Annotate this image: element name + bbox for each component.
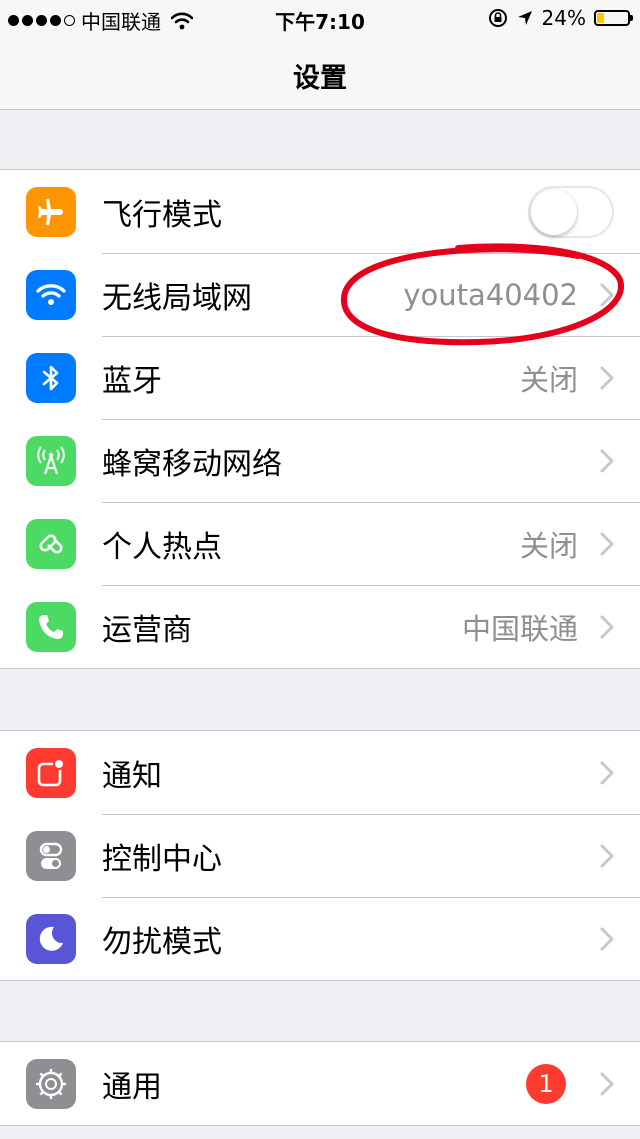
battery-percent: 24% — [541, 6, 586, 30]
hotspot-status: 关闭 — [519, 528, 578, 563]
bluetooth-status: 关闭 — [519, 362, 578, 397]
battery-icon — [594, 10, 633, 26]
cellular-icon — [26, 435, 76, 486]
row-label: 个人热点 — [102, 529, 222, 565]
settings-row-do-not-disturb[interactable]: 勿扰模式 — [0, 897, 640, 980]
settings-row-general[interactable]: 通用 1 — [0, 1042, 640, 1125]
rotation-lock-icon — [488, 9, 507, 27]
settings-row-cellular[interactable]: 蜂窝移动网络 — [0, 419, 640, 502]
airplane-mode-toggle[interactable] — [528, 185, 614, 238]
row-label: 无线局域网 — [102, 280, 252, 316]
settings-row-bluetooth[interactable]: 蓝牙 关闭 — [0, 336, 640, 419]
location-icon — [517, 11, 532, 25]
row-label: 蜂窝移动网络 — [102, 446, 282, 482]
row-label: 勿扰模式 — [102, 924, 222, 960]
gear-icon — [26, 1058, 76, 1109]
settings-group-connectivity: 飞行模式 无线局域网 youta40402 蓝牙 关闭 蜂窝移动网络 个人热点 … — [0, 169, 640, 669]
settings-row-airplane-mode[interactable]: 飞行模式 — [0, 170, 640, 253]
row-label: 运营商 — [102, 612, 192, 648]
status-bar: 中国联通 下午7:10 24% — [0, 0, 640, 36]
row-label: 蓝牙 — [102, 363, 162, 399]
chevron-right-icon — [600, 449, 614, 472]
chevron-right-icon — [600, 1072, 614, 1095]
moon-icon — [26, 913, 76, 964]
carrier-value: 中国联通 — [461, 611, 578, 646]
settings-row-notifications[interactable]: 通知 — [0, 731, 640, 814]
chevron-right-icon — [600, 844, 614, 867]
chevron-right-icon — [600, 927, 614, 950]
settings-group-general: 通用 1 — [0, 1041, 640, 1126]
battery-level — [597, 13, 605, 23]
chevron-right-icon — [600, 761, 614, 784]
row-label: 控制中心 — [102, 841, 222, 877]
wifi-network-name: youta40402 — [403, 277, 578, 312]
chevron-right-icon — [600, 366, 614, 389]
settings-row-control-center[interactable]: 控制中心 — [0, 814, 640, 897]
settings-row-hotspot[interactable]: 个人热点 关闭 — [0, 502, 640, 585]
airplane-icon — [26, 186, 76, 237]
toggle-knob — [531, 188, 577, 235]
settings-row-wifi[interactable]: 无线局域网 youta40402 — [0, 253, 640, 336]
settings-group-notifications: 通知 控制中心 勿扰模式 — [0, 730, 640, 981]
chevron-right-icon — [600, 615, 614, 638]
row-label: 飞行模式 — [102, 197, 222, 233]
chevron-right-icon — [600, 532, 614, 555]
hotspot-icon — [26, 518, 76, 569]
row-label: 通用 — [102, 1069, 162, 1105]
wifi-icon — [26, 269, 76, 320]
settings-row-carrier[interactable]: 运营商 中国联通 — [0, 585, 640, 668]
control-center-icon — [26, 830, 76, 881]
nav-bar: 设置 — [0, 36, 640, 110]
status-right: 24% — [488, 6, 633, 30]
notifications-icon — [26, 747, 76, 798]
page-title: 设置 — [293, 63, 347, 94]
carrier-phone-icon — [26, 601, 76, 652]
update-badge: 1 — [526, 1063, 566, 1104]
row-label: 通知 — [102, 758, 162, 794]
bluetooth-icon — [26, 352, 76, 403]
chevron-right-icon — [600, 283, 614, 306]
